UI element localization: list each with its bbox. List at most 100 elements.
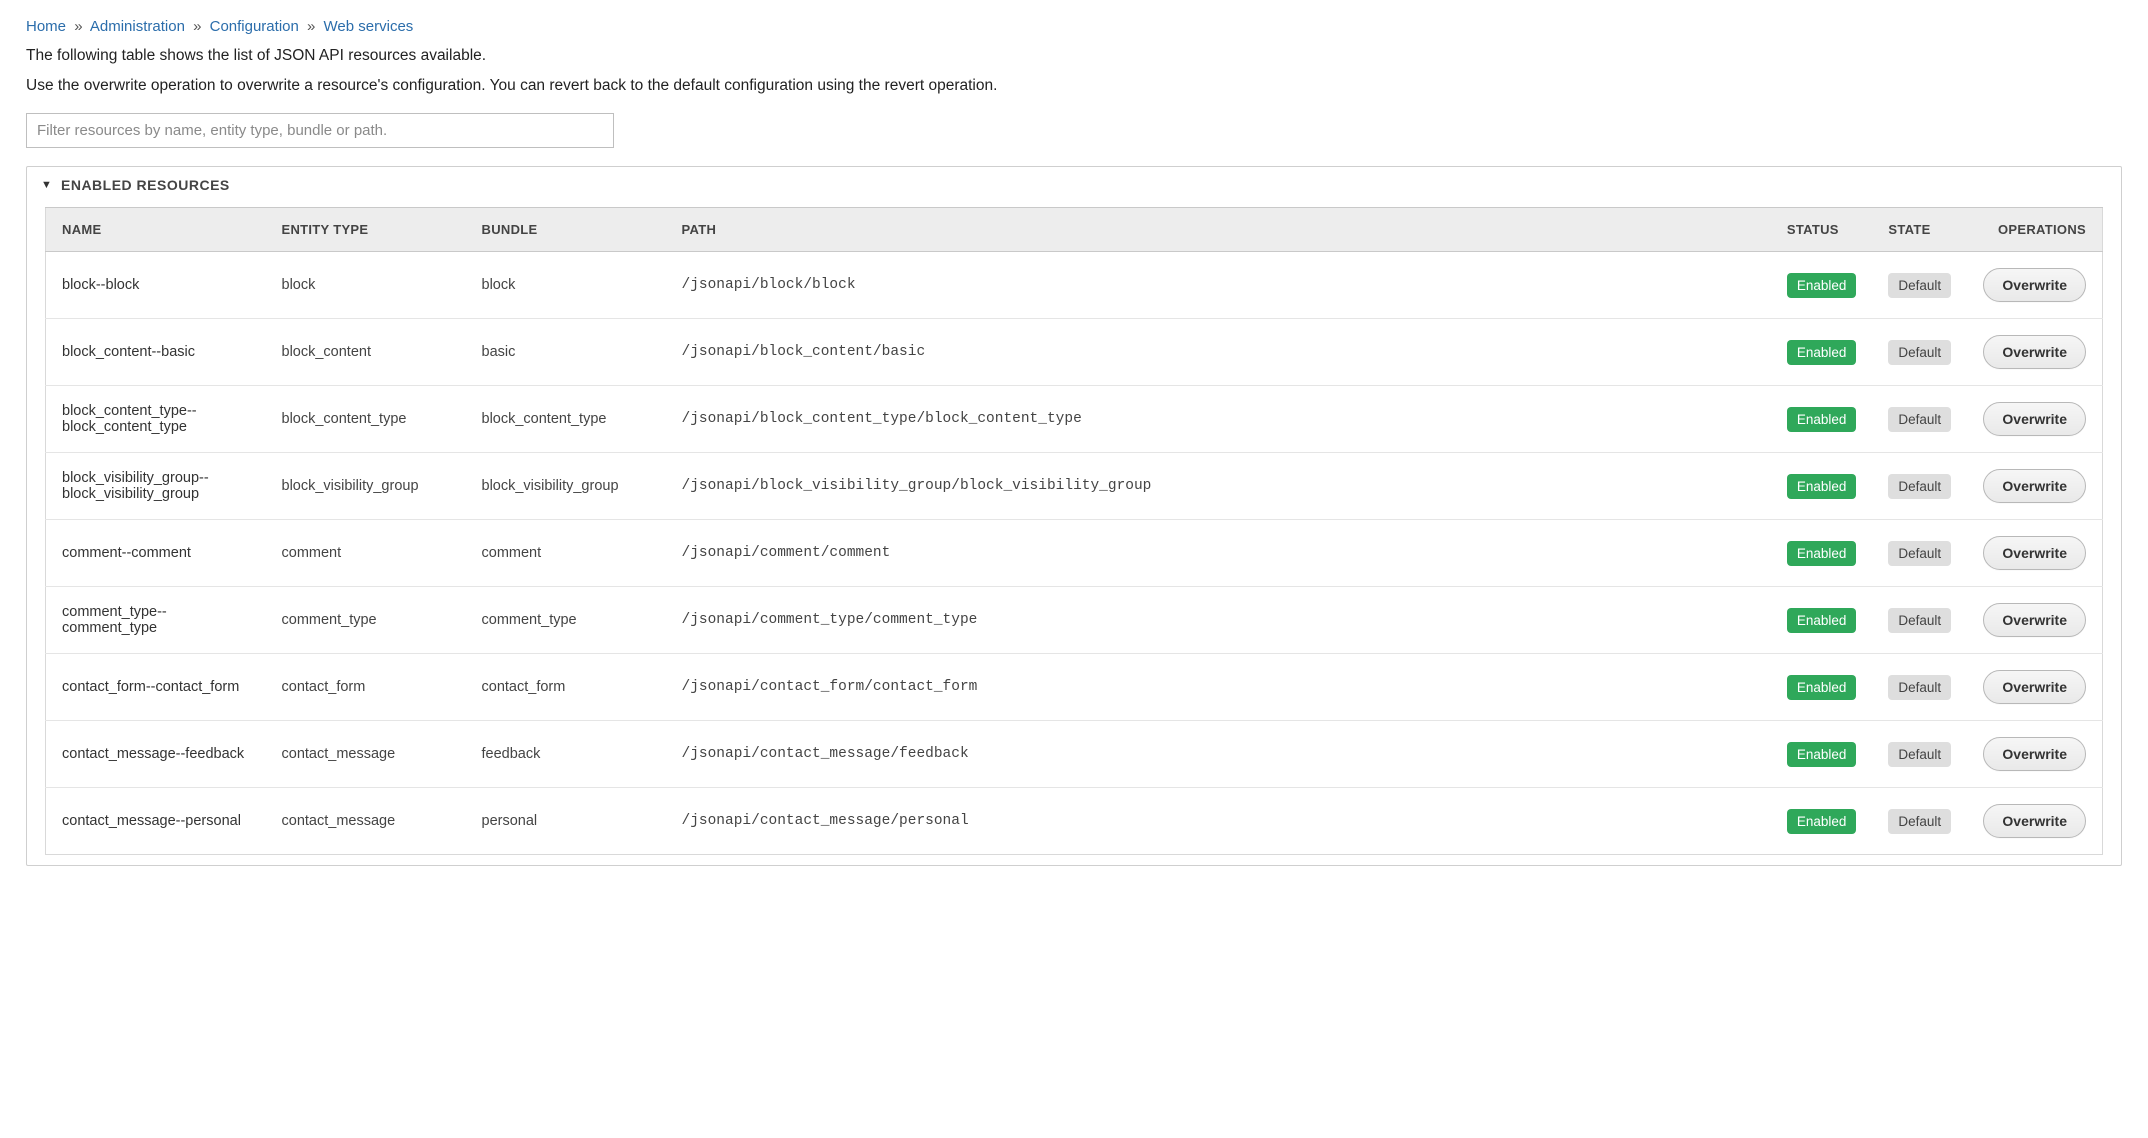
state-badge: Default [1888, 742, 1951, 767]
enabled-resources-toggle[interactable]: ENABLED RESOURCES [27, 167, 2121, 203]
cell-name: block--block [46, 252, 266, 319]
overwrite-button[interactable]: Overwrite [1983, 469, 2086, 503]
resource-name: block_content--basic [62, 344, 195, 360]
status-badge: Enabled [1787, 474, 1857, 499]
overwrite-button[interactable]: Overwrite [1983, 335, 2086, 369]
cell-state: Default [1872, 252, 1967, 319]
status-badge: Enabled [1787, 340, 1857, 365]
cell-entity-type: block_visibility_group [266, 453, 466, 520]
cell-state: Default [1872, 520, 1967, 587]
cell-status: Enabled [1771, 587, 1873, 654]
overwrite-button[interactable]: Overwrite [1983, 670, 2086, 704]
overwrite-button[interactable]: Overwrite [1983, 603, 2086, 637]
resource-name: contact_message--personal [62, 813, 241, 829]
cell-path: /jsonapi/contact_message/feedback [666, 721, 1771, 788]
cell-name: block_visibility_group--block_visibility… [46, 453, 266, 520]
breadcrumb-link-home[interactable]: Home [26, 18, 66, 35]
cell-bundle: contact_form [466, 654, 666, 721]
cell-operations: Overwrite [1967, 252, 2102, 319]
cell-status: Enabled [1771, 386, 1873, 453]
cell-bundle: comment [466, 520, 666, 587]
cell-operations: Overwrite [1967, 386, 2102, 453]
resource-name: block--block [62, 277, 139, 293]
cell-bundle: personal [466, 788, 666, 855]
cell-name: comment_type--comment_type [46, 587, 266, 654]
overwrite-button[interactable]: Overwrite [1983, 268, 2086, 302]
cell-bundle: block_content_type [466, 386, 666, 453]
table-row: comment--commentcommentcomment/jsonapi/c… [46, 520, 2103, 587]
column-header-status: STATUS [1771, 208, 1873, 252]
cell-path: /jsonapi/comment/comment [666, 520, 1771, 587]
cell-bundle: block [466, 252, 666, 319]
cell-entity-type: block_content [266, 319, 466, 386]
cell-state: Default [1872, 386, 1967, 453]
resource-name: block_content_type--block_content_type [62, 403, 197, 435]
table-row: contact_form--contact_formcontact_formco… [46, 654, 2103, 721]
cell-path: /jsonapi/block_visibility_group/block_vi… [666, 453, 1771, 520]
breadcrumb-link-configuration[interactable]: Configuration [210, 18, 299, 35]
overwrite-button[interactable]: Overwrite [1983, 402, 2086, 436]
cell-status: Enabled [1771, 721, 1873, 788]
chevron-down-icon [41, 179, 53, 191]
cell-state: Default [1872, 654, 1967, 721]
table-row: block_content--basicblock_contentbasic/j… [46, 319, 2103, 386]
cell-status: Enabled [1771, 453, 1873, 520]
cell-operations: Overwrite [1967, 587, 2102, 654]
cell-status: Enabled [1771, 252, 1873, 319]
resource-name: contact_message--feedback [62, 746, 244, 762]
resource-name: contact_form--contact_form [62, 679, 239, 695]
status-badge: Enabled [1787, 541, 1857, 566]
cell-entity-type: block_content_type [266, 386, 466, 453]
column-header-name: NAME [46, 208, 266, 252]
cell-state: Default [1872, 319, 1967, 386]
column-header-operations: OPERATIONS [1967, 208, 2102, 252]
overwrite-button[interactable]: Overwrite [1983, 536, 2086, 570]
cell-operations: Overwrite [1967, 654, 2102, 721]
state-badge: Default [1888, 407, 1951, 432]
status-badge: Enabled [1787, 809, 1857, 834]
state-badge: Default [1888, 340, 1951, 365]
breadcrumb-separator: » [193, 18, 201, 35]
breadcrumb-link-administration[interactable]: Administration [90, 18, 185, 35]
cell-state: Default [1872, 587, 1967, 654]
table-row: contact_message--personalcontact_message… [46, 788, 2103, 855]
cell-path: /jsonapi/comment_type/comment_type [666, 587, 1771, 654]
overwrite-button[interactable]: Overwrite [1983, 804, 2086, 838]
breadcrumb: Home » Administration » Configuration » … [26, 18, 2122, 35]
cell-name: contact_form--contact_form [46, 654, 266, 721]
status-badge: Enabled [1787, 273, 1857, 298]
breadcrumb-separator: » [74, 18, 82, 35]
status-badge: Enabled [1787, 608, 1857, 633]
cell-name: comment--comment [46, 520, 266, 587]
cell-entity-type: comment [266, 520, 466, 587]
state-badge: Default [1888, 541, 1951, 566]
cell-name: contact_message--personal [46, 788, 266, 855]
cell-entity-type: contact_message [266, 721, 466, 788]
overwrite-button[interactable]: Overwrite [1983, 737, 2086, 771]
resource-name: comment_type--comment_type [62, 604, 167, 636]
cell-operations: Overwrite [1967, 520, 2102, 587]
table-row: comment_type--comment_typecomment_typeco… [46, 587, 2103, 654]
table-row: contact_message--feedback contact_message… [46, 721, 2103, 788]
cell-path: /jsonapi/block/block [666, 252, 1771, 319]
cell-entity-type: block [266, 252, 466, 319]
cell-operations: Overwrite [1967, 319, 2102, 386]
breadcrumb-link-web-services[interactable]: Web services [324, 18, 414, 35]
cell-operations: Overwrite [1967, 721, 2102, 788]
cell-status: Enabled [1771, 788, 1873, 855]
intro-text-1: The following table shows the list of JS… [26, 47, 2122, 65]
cell-bundle: block_visibility_group [466, 453, 666, 520]
filter-input[interactable] [26, 113, 614, 148]
cell-status: Enabled [1771, 520, 1873, 587]
cell-path: /jsonapi/block_content/basic [666, 319, 1771, 386]
state-badge: Default [1888, 474, 1951, 499]
state-badge: Default [1888, 809, 1951, 834]
status-badge: Enabled [1787, 742, 1857, 767]
cell-entity-type: comment_type [266, 587, 466, 654]
cell-status: Enabled [1771, 654, 1873, 721]
state-badge: Default [1888, 608, 1951, 633]
status-badge: Enabled [1787, 407, 1857, 432]
cell-path: /jsonapi/block_content_type/block_conten… [666, 386, 1771, 453]
state-badge: Default [1888, 273, 1951, 298]
cell-status: Enabled [1771, 319, 1873, 386]
